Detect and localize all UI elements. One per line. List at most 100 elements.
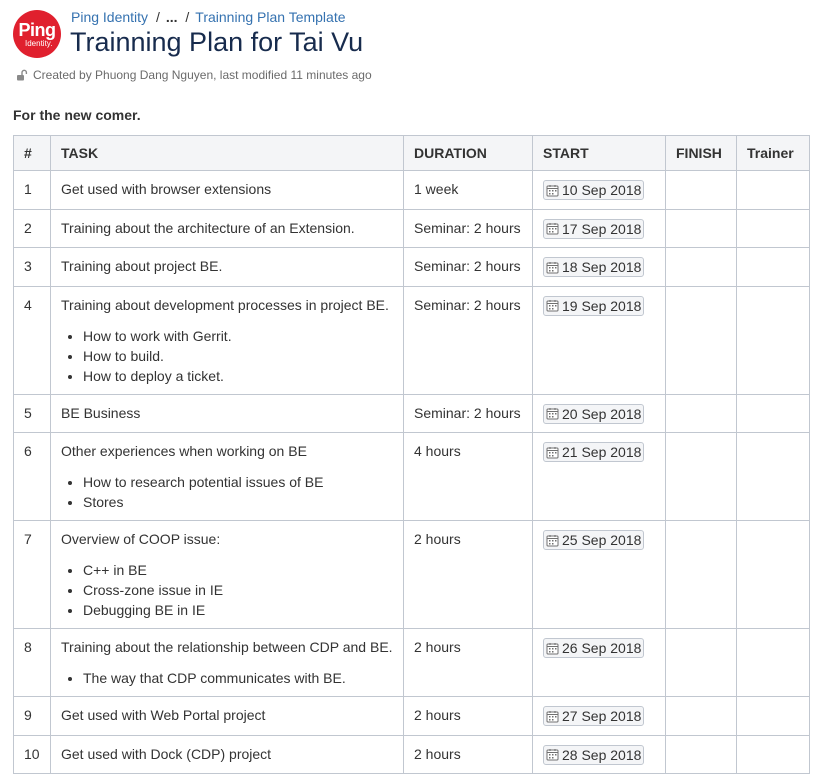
table-row: 10 Get used with Dock (CDP) project 2 hour…	[13, 734, 810, 774]
row-number-cell: 10	[13, 734, 51, 774]
calendar-icon	[546, 446, 559, 458]
start-date-lozenge[interactable]: 21 Sep 2018	[543, 442, 645, 462]
row-number-cell: 9	[13, 696, 51, 736]
training-plan-table: # TASK DURATION START FINISH Trainer 1 Ge…	[13, 135, 810, 774]
page-metadata: Created by Phuong Dang Nguyen, last modi…	[16, 68, 372, 82]
start-cell: 25 Sep 2018	[532, 520, 666, 629]
logo-text-main: Ping	[18, 20, 57, 40]
start-cell: 26 Sep 2018	[532, 628, 666, 697]
start-date-lozenge[interactable]: 17 Sep 2018	[543, 218, 645, 239]
task-cell: Training about development processes in …	[50, 285, 404, 395]
finish-cell	[665, 520, 737, 629]
task-cell: Get used with Dock (CDP) project	[50, 734, 404, 774]
start-date-lozenge[interactable]: 27 Sep 2018	[543, 706, 645, 726]
finish-cell	[665, 696, 737, 736]
start-cell: 10 Sep 2018	[532, 170, 666, 210]
row-number-cell: 1	[13, 170, 51, 210]
duration-cell: 2 hours	[403, 520, 533, 629]
task-cell: Training about the architecture of an Ex…	[50, 208, 404, 248]
breadcrumb-parent-link[interactable]: Trainning Plan Template	[195, 9, 345, 25]
start-date-lozenge[interactable]: 28 Sep 2018	[543, 744, 645, 765]
column-header-duration: DURATION	[403, 135, 533, 171]
start-date-lozenge[interactable]: 19 Sep 2018	[543, 295, 645, 316]
start-date-lozenge[interactable]: 25 Sep 2018	[543, 530, 645, 550]
finish-cell	[665, 247, 737, 287]
column-header-start: START	[532, 135, 666, 171]
unlock-icon[interactable]	[16, 69, 28, 81]
calendar-icon	[546, 749, 559, 761]
calendar-icon	[546, 642, 559, 654]
duration-cell: 4 hours	[403, 432, 533, 521]
start-date-text: 25 Sep 2018	[562, 532, 642, 548]
calendar-icon	[546, 261, 559, 273]
task-cell: Training about project BE.	[50, 247, 404, 287]
column-header-finish: FINISH	[665, 135, 737, 171]
trainer-cell	[736, 170, 810, 210]
start-date-text: 17 Sep 2018	[562, 220, 642, 237]
finish-cell	[665, 734, 737, 774]
finish-cell	[665, 432, 737, 521]
page-byline: Created by Phuong Dang Nguyen, last modi…	[33, 68, 372, 82]
task-subitem: How to deploy a ticket.	[83, 366, 393, 386]
breadcrumb-ellipsis[interactable]: ...	[166, 9, 178, 25]
task-subitems-list: How to work with Gerrit.How to build.How…	[61, 326, 393, 386]
task-subitem: How to work with Gerrit.	[83, 326, 393, 346]
ping-identity-logo[interactable]: Ping Identity.	[13, 10, 61, 58]
calendar-icon	[546, 223, 559, 235]
logo-text-sub: Identity.	[25, 39, 53, 48]
table-header-row: # TASK DURATION START FINISH Trainer	[13, 135, 810, 171]
trainer-cell	[736, 696, 810, 736]
start-date-lozenge[interactable]: 18 Sep 2018	[543, 257, 645, 277]
start-date-lozenge[interactable]: 10 Sep 2018	[543, 180, 645, 200]
task-subitem: How to research potential issues of BE	[83, 472, 393, 492]
task-text: Get used with Dock (CDP) project	[61, 745, 272, 762]
start-date-text: 10 Sep 2018	[562, 182, 642, 198]
task-text: Training about project BE.	[61, 258, 223, 274]
trainer-cell	[736, 734, 810, 774]
task-subitem: The way that CDP communicates with BE.	[83, 668, 393, 688]
breadcrumb-space-link[interactable]: Ping Identity	[71, 9, 148, 25]
duration-cell: 2 hours	[403, 734, 533, 774]
task-cell: Training about the relationship between …	[50, 628, 404, 697]
start-cell: 20 Sep 2018	[532, 393, 666, 433]
row-number-cell: 3	[13, 247, 51, 287]
finish-cell	[665, 170, 737, 210]
start-cell: 28 Sep 2018	[532, 734, 666, 774]
start-cell: 17 Sep 2018	[532, 208, 666, 248]
duration-cell: 1 week	[403, 170, 533, 210]
task-text: Other experiences when working on BE	[61, 443, 307, 459]
row-number-cell: 7	[13, 520, 51, 629]
finish-cell	[665, 628, 737, 697]
calendar-icon	[546, 408, 559, 420]
task-text: Training about the architecture of an Ex…	[61, 219, 355, 236]
column-header-task: TASK	[50, 135, 404, 171]
intro-text: For the new comer.	[13, 107, 141, 123]
task-subitems-list: The way that CDP communicates with BE.	[61, 668, 393, 688]
start-date-text: 26 Sep 2018	[562, 640, 642, 656]
duration-cell: Seminar: 2 hours	[403, 247, 533, 287]
calendar-icon	[546, 534, 559, 546]
task-text: Get used with browser extensions	[61, 181, 272, 197]
start-date-lozenge[interactable]: 26 Sep 2018	[543, 638, 645, 658]
task-text: Overview of COOP issue:	[61, 531, 221, 547]
trainer-cell	[736, 393, 810, 433]
start-date-text: 27 Sep 2018	[562, 708, 642, 724]
table-row: 8 Training about the relationship between…	[13, 628, 810, 697]
start-date-lozenge[interactable]: 20 Sep 2018	[543, 403, 645, 424]
table-row: 9 Get used with Web Portal project 2 hours…	[13, 696, 810, 736]
start-cell: 19 Sep 2018	[532, 285, 666, 395]
task-cell: Get used with Web Portal project	[50, 696, 404, 736]
duration-cell: Seminar: 2 hours	[403, 393, 533, 433]
task-cell: Get used with browser extensions	[50, 170, 404, 210]
task-subitem: C++ in BE	[83, 560, 393, 580]
task-subitem: Debugging BE in IE	[83, 600, 393, 620]
trainer-cell	[736, 432, 810, 521]
calendar-icon	[546, 184, 559, 196]
row-number-cell: 8	[13, 628, 51, 697]
table-row: 5 BE Business Seminar: 2 hours 20 Sep 2018	[13, 393, 810, 433]
task-subitems-list: C++ in BECross-zone issue in IEDebugging…	[61, 560, 393, 620]
row-number-cell: 6	[13, 432, 51, 521]
trainer-cell	[736, 285, 810, 395]
trainer-cell	[736, 520, 810, 629]
task-cell: Other experiences when working on BE How …	[50, 432, 404, 521]
